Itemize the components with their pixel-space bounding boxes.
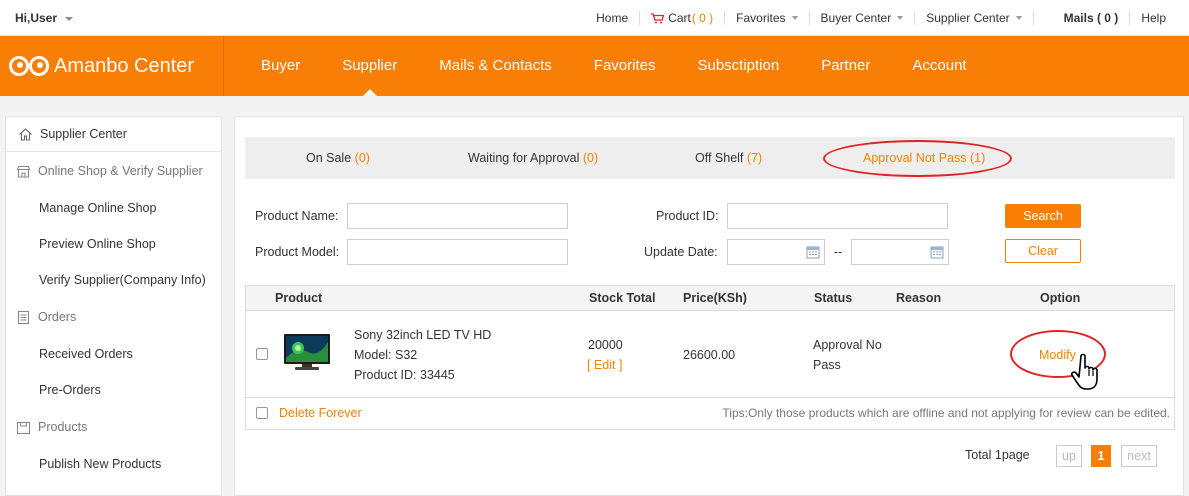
col-reason: Reason	[896, 291, 942, 305]
pager-next-button[interactable]: next	[1121, 445, 1157, 467]
product-thumbnail[interactable]	[282, 328, 332, 376]
update-date-from-input[interactable]	[727, 239, 825, 265]
product-name-input[interactable]	[347, 203, 568, 229]
nav-mails-contacts[interactable]: Mails & Contacts	[418, 36, 573, 96]
pager-current-page[interactable]: 1	[1091, 445, 1111, 467]
product-id-input[interactable]	[727, 203, 948, 229]
nav-partner[interactable]: Partner	[800, 36, 891, 96]
product-model: Model: S32	[354, 348, 418, 362]
sidebar-item-received-orders[interactable]: Received Orders	[6, 336, 221, 372]
section-title: Online Shop & Verify Supplier	[38, 164, 203, 178]
col-product: Product	[275, 291, 323, 305]
sidebar-item-pre-orders[interactable]: Pre-Orders	[6, 372, 221, 408]
status-tabs: On Sale (0) Waiting for Approval (0) Off…	[245, 137, 1175, 179]
product-model-label: Product Model:	[255, 245, 340, 259]
sidebar-section-orders: Orders	[6, 298, 221, 336]
col-option: Option	[1040, 291, 1081, 305]
tab-waiting-for-approval[interactable]: Waiting for Approval (0)	[468, 137, 598, 179]
sidebar-item-manage-online-shop[interactable]: Manage Online Shop	[6, 190, 221, 226]
table-header: Product Stock Total Price(KSh) Status Re…	[246, 286, 1174, 311]
product-id: Product ID: 33445	[354, 368, 455, 382]
select-all-checkbox[interactable]	[256, 407, 268, 419]
product-id-label: Product ID:	[656, 209, 719, 223]
section-title: Products	[38, 420, 88, 434]
row-checkbox[interactable]	[256, 348, 268, 360]
logo[interactable]: Amanbo Center	[0, 36, 224, 96]
nav-account[interactable]: Account	[891, 36, 987, 96]
product-name[interactable]: Sony 32inch LED TV HD	[354, 328, 491, 342]
status-line1: Approval No	[813, 338, 882, 352]
mails-link[interactable]: Mails ( 0 )	[1032, 11, 1130, 25]
top-links: Home Cart( 0 ) Favorites Buyer Center Su…	[585, 0, 1177, 36]
nav-supplier[interactable]: Supplier	[321, 36, 418, 96]
supplier-center-menu[interactable]: Supplier Center	[914, 11, 1032, 25]
sidebar-item-publish-new-products[interactable]: Publish New Products	[6, 446, 221, 482]
hand-pointer-icon	[1071, 353, 1098, 390]
top-bar: Hi,User Home Cart( 0 ) Favorites Buyer C…	[0, 0, 1189, 36]
status-line2: Pass	[813, 358, 841, 372]
products-icon	[16, 421, 31, 434]
table-row: Sony 32inch LED TV HD Model: S32 Product…	[246, 312, 1174, 398]
nav-favorites[interactable]: Favorites	[573, 36, 677, 96]
help-link[interactable]: Help	[1129, 11, 1177, 25]
home-icon	[19, 127, 32, 141]
tab-off-shelf[interactable]: Off Shelf (7)	[695, 137, 762, 179]
tab-on-sale[interactable]: On Sale (0)	[306, 137, 370, 179]
calendar-icon[interactable]	[806, 245, 820, 259]
cart-count: ( 0 )	[691, 11, 714, 25]
date-separator: --	[834, 245, 843, 259]
nav-buyer[interactable]: Buyer	[240, 36, 321, 96]
sidebar-section-products: Products	[6, 408, 221, 446]
sidebar-header-supplier-center[interactable]: Supplier Center	[6, 117, 221, 152]
clear-button[interactable]: Clear	[1005, 239, 1081, 263]
chevron-down-icon	[897, 16, 904, 20]
cart-icon	[651, 12, 665, 23]
update-date-label: Update Date:	[644, 245, 718, 259]
main-panel: On Sale (0) Waiting for Approval (0) Off…	[234, 116, 1184, 496]
sidebar-header-label: Supplier Center	[40, 127, 127, 141]
favorites-menu[interactable]: Favorites	[724, 11, 808, 25]
highlight-ellipse	[823, 140, 1012, 177]
sidebar-section-online-shop: Online Shop & Verify Supplier	[6, 152, 221, 190]
price: 26600.00	[683, 348, 736, 362]
stock-total: 20000	[588, 338, 623, 352]
nav-items: Buyer Supplier Mails & Contacts Favorite…	[240, 36, 988, 96]
update-date-to-input[interactable]	[851, 239, 949, 265]
search-form: Product Name: Product Model: Product ID:…	[245, 197, 1175, 277]
pager-up-button[interactable]: up	[1056, 445, 1082, 467]
calendar-icon[interactable]	[930, 245, 944, 259]
nav-subscription[interactable]: Subsctiption	[676, 36, 800, 96]
table-footer: Delete Forever Tips:Only those products …	[246, 399, 1174, 429]
edit-stock-link[interactable]: [ Edit ]	[587, 358, 622, 372]
product-name-label: Product Name:	[255, 209, 339, 223]
col-price: Price(KSh)	[683, 291, 747, 305]
section-title: Orders	[38, 310, 77, 324]
cart-label: Cart	[668, 11, 691, 25]
product-model-input[interactable]	[347, 239, 568, 265]
tips-text: Tips:Only those products which are offli…	[722, 406, 1170, 420]
greeting-label: Hi,User	[15, 11, 58, 25]
delete-forever-link[interactable]: Delete Forever	[279, 406, 362, 420]
orders-icon	[17, 310, 30, 324]
shop-icon	[16, 165, 31, 178]
home-link[interactable]: Home	[585, 11, 639, 25]
product-table: Product Stock Total Price(KSh) Status Re…	[245, 285, 1175, 430]
col-stock-total: Stock Total	[589, 291, 656, 305]
cart-link[interactable]: Cart( 0 )	[639, 11, 724, 25]
sidebar-item-verify-supplier[interactable]: Verify Supplier(Company Info)	[6, 262, 221, 298]
sidebar: Supplier Center Online Shop & Verify Sup…	[5, 116, 222, 496]
chevron-down-icon	[1015, 16, 1022, 20]
logo-text: Amanbo Center	[54, 54, 195, 77]
chevron-down-icon	[791, 16, 798, 20]
buyer-center-menu[interactable]: Buyer Center	[808, 11, 915, 25]
main-nav: Amanbo Center Buyer Supplier Mails & Con…	[0, 36, 1189, 96]
col-status: Status	[814, 291, 853, 305]
chevron-down-icon	[65, 16, 74, 21]
user-greeting-menu[interactable]: Hi,User	[15, 11, 74, 25]
search-button[interactable]: Search	[1005, 204, 1081, 228]
owl-eyes-icon	[9, 56, 49, 76]
pager-total: Total 1page	[965, 448, 1030, 462]
sidebar-item-preview-online-shop[interactable]: Preview Online Shop	[6, 226, 221, 262]
